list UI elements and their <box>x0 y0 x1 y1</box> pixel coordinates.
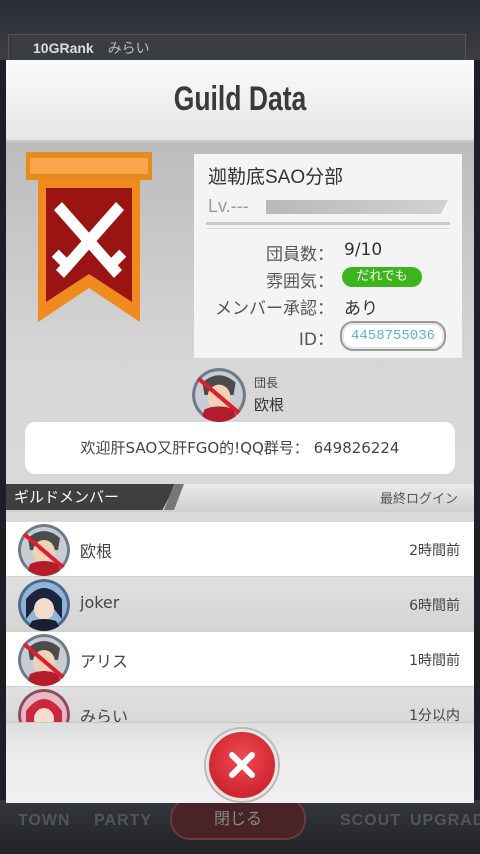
member-row[interactable]: みらい 1分以内 <box>6 687 474 722</box>
member-avatar <box>18 524 70 576</box>
guild-level: Lv.--- <box>208 196 249 216</box>
nav-upgrade: UPGRADE <box>410 812 480 829</box>
member-row[interactable]: joker 6時間前 <box>6 577 474 632</box>
nav-party: PARTY <box>94 812 153 829</box>
modal-title: Guild Data <box>173 80 307 118</box>
nav-town: TOWN <box>18 812 71 829</box>
member-count-label: 団員数： <box>266 245 334 265</box>
member-section-tab: ギルドメンバー <box>6 484 176 510</box>
divider <box>206 228 450 229</box>
background-close-button: 閉じる <box>170 798 306 840</box>
atmosphere-badge: だれでも <box>342 267 422 287</box>
member-row[interactable]: アリス 1時間前 <box>6 632 474 687</box>
leader-avatar <box>192 368 246 422</box>
player-name: みらい <box>107 40 150 56</box>
guild-id-value[interactable]: 4458755036 <box>340 321 446 351</box>
member-avatar <box>18 689 70 722</box>
modal-footer <box>6 722 474 803</box>
member-section-header: ギルドメンバー 最終ログイン <box>6 484 474 512</box>
guild-leader[interactable]: 団長 欧根 <box>192 368 342 424</box>
background-rank-bar: 10GRank みらい <box>8 34 466 62</box>
member-last-login: 6時間前 <box>409 598 460 614</box>
close-x-icon <box>229 752 255 778</box>
guild-message: 欢迎肝SAO又肝FGO的!QQ群号： 649826224 <box>25 422 455 474</box>
rank-label: 10GRank <box>33 40 94 56</box>
member-row[interactable]: 欧根 2時間前 <box>6 522 474 577</box>
member-list: 欧根 2時間前 joker 6時間前 アリス 1時間前 みらい 1分以内 <box>6 522 474 722</box>
approval-label: メンバー承認： <box>215 299 334 319</box>
divider <box>206 222 450 225</box>
last-login-header: 最終ログイン <box>379 492 458 507</box>
guild-banner-icon <box>26 152 152 322</box>
member-avatar <box>18 634 70 686</box>
member-name: joker <box>80 593 120 612</box>
leader-role: 団長 <box>254 376 279 390</box>
member-name: アリス <box>80 652 129 671</box>
member-last-login: 1分以内 <box>409 708 460 722</box>
member-count-value: 9/10 <box>344 240 383 260</box>
member-name: みらい <box>80 707 129 722</box>
level-bar <box>266 200 448 214</box>
member-name: 欧根 <box>80 542 113 561</box>
guild-data-modal: Guild Data 迦勒底SAO分部 Lv.--- 団員数： 9/10 雰囲気… <box>6 60 474 803</box>
member-avatar <box>18 579 70 631</box>
modal-header: Guild Data <box>6 60 474 142</box>
guild-info-card: 迦勒底SAO分部 Lv.--- 団員数： 9/10 雰囲気： だれでも メンバー… <box>194 154 462 358</box>
atmosphere-label: 雰囲気： <box>266 272 334 292</box>
member-last-login: 1時間前 <box>409 653 460 669</box>
member-last-login: 2時間前 <box>409 543 460 559</box>
approval-value: あり <box>344 299 378 319</box>
leader-name: 欧根 <box>254 396 285 414</box>
guild-name: 迦勒底SAO分部 <box>208 167 344 188</box>
close-button[interactable] <box>206 729 278 801</box>
guild-id-label: ID： <box>298 330 334 350</box>
nav-scout: SCOUT <box>340 812 401 829</box>
